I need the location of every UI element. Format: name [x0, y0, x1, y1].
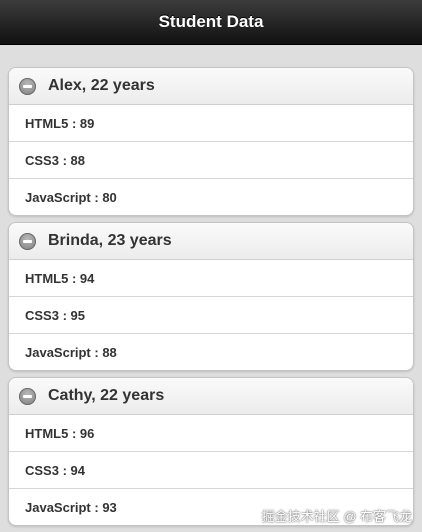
student-title: Cathy, 22 years	[48, 387, 165, 404]
app-header: Student Data	[0, 0, 422, 45]
list-item: HTML5 : 89	[9, 105, 413, 142]
list-item: HTML5 : 94	[9, 260, 413, 297]
student-header-cathy[interactable]: Cathy, 22 years	[9, 378, 413, 415]
minus-icon[interactable]	[19, 387, 36, 405]
list-item: CSS3 : 94	[9, 452, 413, 489]
list-item: CSS3 : 95	[9, 297, 413, 334]
student-header-brinda[interactable]: Brinda, 23 years	[9, 223, 413, 260]
student-card-cathy: Cathy, 22 years HTML5 : 96 CSS3 : 94 Jav…	[8, 377, 414, 526]
list-item: JavaScript : 88	[25, 344, 117, 360]
list-item: HTML5 : 96	[9, 415, 413, 452]
minus-icon[interactable]	[19, 77, 36, 95]
list-item: CSS3 : 88	[9, 142, 413, 179]
student-title: Alex, 22 years	[48, 77, 155, 94]
minus-icon[interactable]	[19, 232, 36, 250]
student-list: Alex, 22 years HTML5 : 89 CSS3 : 88 Java…	[0, 45, 422, 526]
student-card-alex: Alex, 22 years HTML5 : 89 CSS3 : 88 Java…	[8, 67, 414, 216]
student-title: Brinda, 23 years	[48, 232, 172, 249]
list-item: JavaScript : 80	[25, 189, 117, 205]
page-title: Student Data	[158, 12, 264, 31]
student-header-alex[interactable]: Alex, 22 years	[9, 68, 413, 105]
watermark: 掘金技术社区 @ 布客飞龙	[261, 509, 412, 524]
student-card-brinda: Brinda, 23 years HTML5 : 94 CSS3 : 95 Ja…	[8, 222, 414, 371]
